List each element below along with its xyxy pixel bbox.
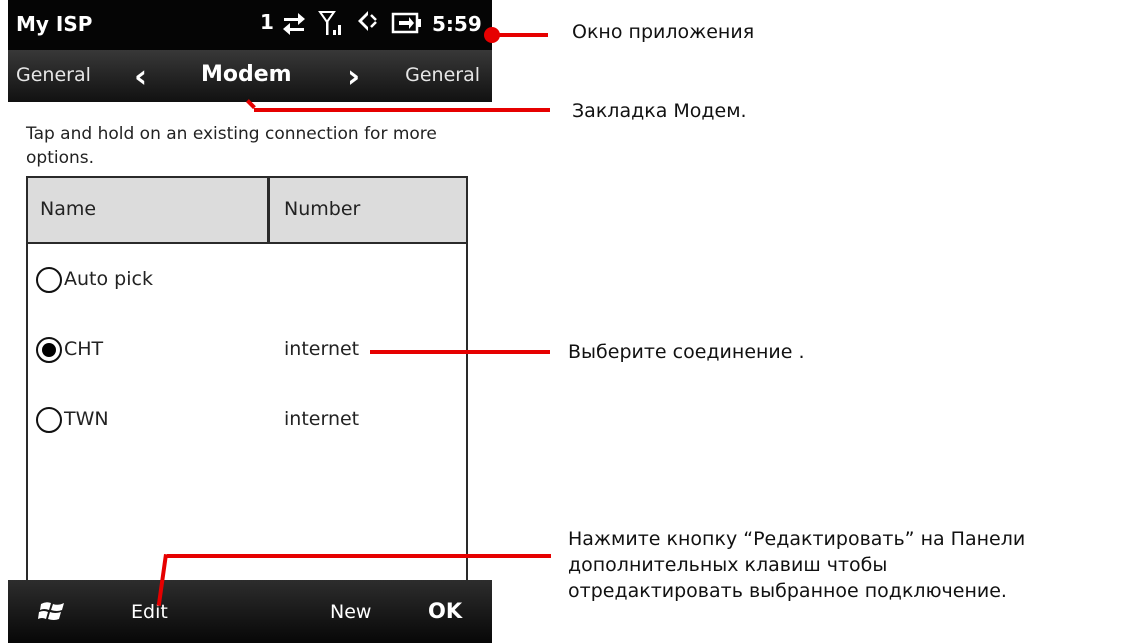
callout-line-modem bbox=[254, 108, 550, 112]
data-transfer-icon bbox=[283, 13, 305, 35]
radio-dot bbox=[42, 343, 56, 357]
annotation-edit-line1: Нажмите кнопку “Редактировать” на Панели bbox=[568, 528, 1026, 550]
notification-count: 1 bbox=[260, 10, 274, 34]
content-area: Tap and hold on an existing connection f… bbox=[10, 102, 488, 596]
connection-table: Name Number Auto pick CHT internet TWN i… bbox=[26, 176, 468, 596]
annotation-edit-line2: дополнительных клавиш чтобы bbox=[568, 554, 888, 576]
radio-button[interactable] bbox=[36, 407, 62, 433]
annotation-edit-line3: отредактировать выбранное подключение. bbox=[568, 580, 1007, 602]
chevron-right-icon[interactable]: › bbox=[347, 59, 360, 93]
speaker-muted-icon bbox=[358, 11, 377, 31]
app-title: My ISP bbox=[16, 12, 93, 36]
clock: 5:59 bbox=[432, 12, 482, 36]
battery-charging-icon bbox=[391, 12, 421, 34]
chevron-left-icon[interactable]: ‹ bbox=[134, 59, 147, 93]
radio-button-selected[interactable] bbox=[36, 337, 62, 363]
softkey-bar: Edit New OK bbox=[8, 580, 492, 643]
tab-general-next[interactable]: General bbox=[405, 64, 480, 86]
connection-number: internet bbox=[284, 408, 360, 430]
signal-icon bbox=[318, 11, 341, 35]
connection-number: internet bbox=[284, 338, 360, 360]
new-softkey[interactable]: New bbox=[330, 601, 371, 623]
table-row[interactable]: TWN internet bbox=[28, 399, 466, 443]
column-divider bbox=[267, 178, 270, 242]
status-bar: My ISP 1 5:59 bbox=[8, 0, 492, 50]
tab-modem[interactable]: Modem bbox=[201, 62, 292, 87]
tab-general-prev[interactable]: General bbox=[16, 64, 91, 86]
windows-flag-icon[interactable] bbox=[38, 596, 68, 626]
annotation-modem-tab: Закладка Модем. bbox=[572, 100, 747, 122]
table-row[interactable]: Auto pick bbox=[28, 259, 466, 303]
radio-button[interactable] bbox=[36, 267, 62, 293]
annotation-app-window: Окно приложения bbox=[572, 21, 755, 43]
connection-name: CHT bbox=[64, 338, 104, 360]
phone-screen: My ISP 1 5:59 General ‹ Modem › General bbox=[8, 0, 492, 643]
hint-text: Tap and hold on an existing connection f… bbox=[26, 124, 437, 168]
callout-line-edit-horizontal bbox=[167, 554, 551, 558]
connection-name: TWN bbox=[64, 408, 109, 430]
table-header: Name Number bbox=[28, 178, 466, 244]
connection-name: Auto pick bbox=[64, 268, 153, 290]
edit-softkey[interactable]: Edit bbox=[131, 601, 168, 623]
column-header-name[interactable]: Name bbox=[40, 198, 96, 220]
column-header-number[interactable]: Number bbox=[284, 198, 360, 220]
ok-softkey[interactable]: OK bbox=[428, 599, 462, 623]
annotation-select-connection: Выберите соединение . bbox=[568, 341, 805, 363]
callout-line-select bbox=[370, 350, 550, 354]
callout-line-app-window bbox=[492, 33, 548, 37]
tab-bar: General ‹ Modem › General bbox=[8, 50, 492, 102]
